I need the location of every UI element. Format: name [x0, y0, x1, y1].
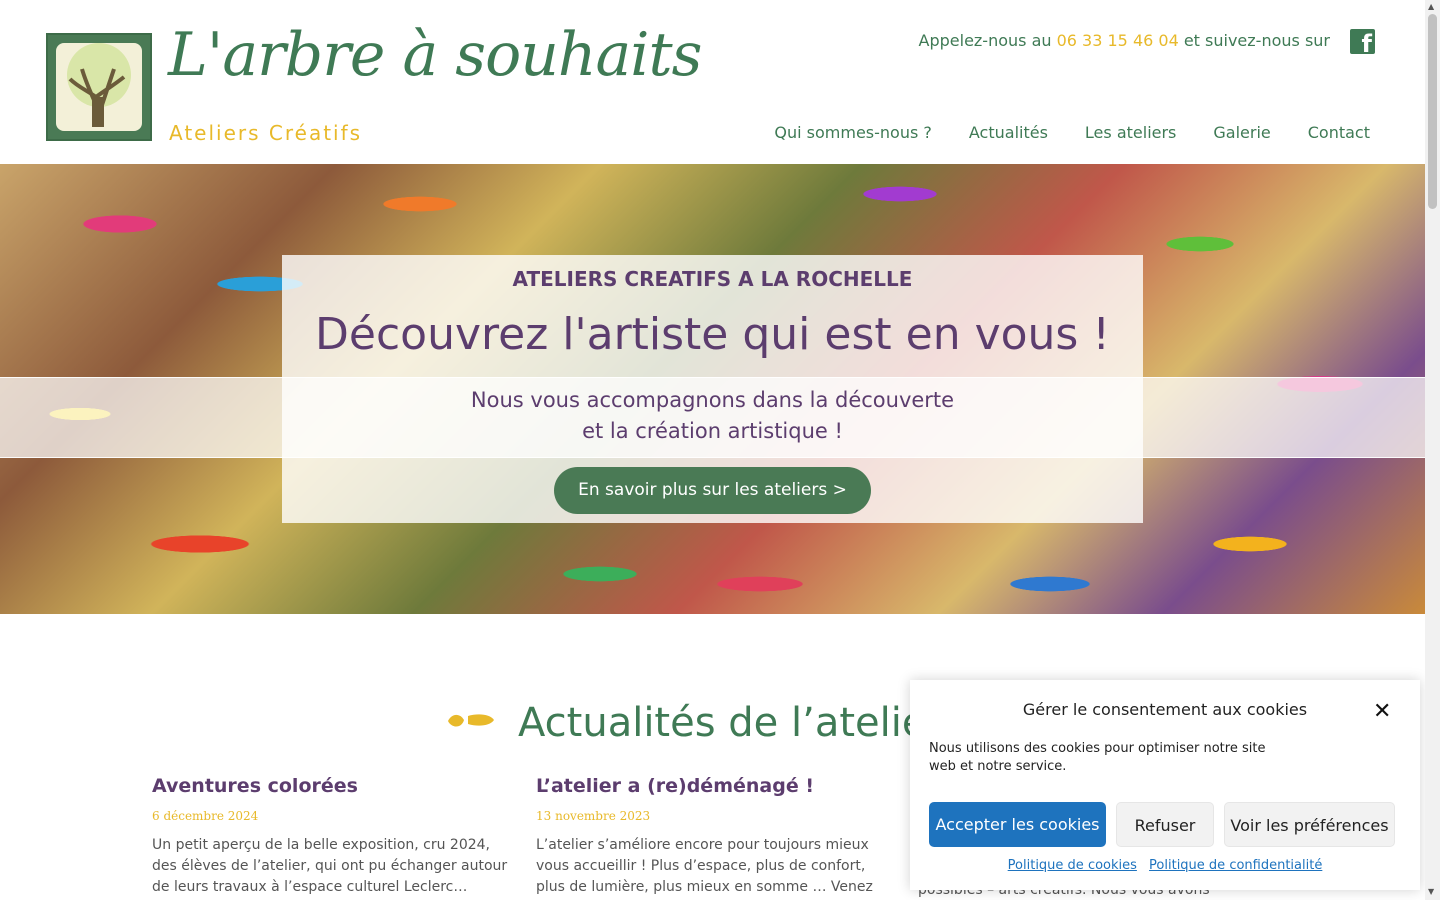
- hero-text-line1: Nous vous accompagnons dans la découvert…: [470, 388, 955, 412]
- cookie-policy-link[interactable]: Politique de cookies: [1008, 858, 1137, 873]
- cookie-consent-banner: Gérer le consentement aux cookies ✕ Nous…: [910, 680, 1420, 890]
- brand-subtitle: Ateliers Créatifs: [169, 121, 363, 145]
- hero-text: Nous vous accompagnons dans la découvert…: [282, 385, 1143, 447]
- facebook-icon[interactable]: f: [1350, 29, 1375, 56]
- tree-logo-icon[interactable]: [46, 33, 152, 141]
- scroll-down-icon[interactable]: ▼: [1428, 887, 1434, 896]
- scroll-up-icon[interactable]: ▲: [1428, 2, 1434, 11]
- nav-item-actualites[interactable]: Actualités: [969, 123, 1048, 142]
- refuse-cookies-button[interactable]: Refuser: [1116, 802, 1214, 847]
- brush-stroke-icon: [448, 714, 494, 727]
- hero-kicker: ATELIERS CREATIFS A LA ROCHELLE: [512, 267, 913, 291]
- news-title: Actualités de l’atelier: [518, 700, 943, 746]
- nav-item-galerie[interactable]: Galerie: [1213, 123, 1270, 142]
- hero-card: ATELIERS CREATIFS A LA ROCHELLE Découvre…: [282, 255, 1143, 523]
- nav-item-qui-sommes-nous[interactable]: Qui sommes-nous ?: [774, 123, 932, 142]
- hero-text-line2: et la création artistique !: [582, 419, 843, 443]
- post-date: 6 décembre 2024: [152, 809, 259, 823]
- news-post: L’atelier a (re)déménagé ! 13 novembre 2…: [536, 775, 876, 898]
- topbar-prefix: Appelez-nous au: [918, 31, 1057, 50]
- cookie-policy-links: Politique de cookies Politique de confid…: [910, 858, 1420, 873]
- post-title[interactable]: L’atelier a (re)déménagé !: [536, 775, 876, 797]
- scroll-thumb[interactable]: [1428, 14, 1437, 209]
- news-post: Aventures colorées 6 décembre 2024 Un pe…: [152, 775, 512, 898]
- post-title[interactable]: Aventures colorées: [152, 775, 512, 797]
- view-preferences-button[interactable]: Voir les préférences: [1224, 802, 1395, 847]
- contact-topbar: Appelez-nous au 06 33 15 46 04 et suivez…: [919, 31, 1330, 50]
- page-scrollbar[interactable]: ▲ ▼: [1425, 0, 1440, 900]
- phone-number[interactable]: 06 33 15 46 04: [1057, 31, 1179, 50]
- hero-banner: ATELIERS CREATIFS A LA ROCHELLE Découvre…: [0, 164, 1425, 614]
- nav-item-les-ateliers[interactable]: Les ateliers: [1085, 123, 1176, 142]
- brand-title[interactable]: L'arbre à souhaits: [168, 20, 702, 90]
- post-excerpt: L’atelier s’améliore encore pour toujour…: [536, 837, 873, 895]
- post-date: 13 novembre 2023: [536, 809, 651, 823]
- hero-title: Découvrez l'artiste qui est en vous !: [315, 309, 1110, 360]
- nav-item-contact[interactable]: Contact: [1308, 123, 1370, 142]
- close-icon[interactable]: ✕: [1373, 699, 1391, 724]
- privacy-policy-link[interactable]: Politique de confidentialité: [1149, 858, 1322, 873]
- topbar-suffix: et suivez-nous sur: [1178, 31, 1330, 50]
- site-header: L'arbre à souhaits Ateliers Créatifs App…: [0, 0, 1425, 164]
- post-excerpt: Un petit aperçu de la belle exposition, …: [152, 837, 508, 895]
- cookie-title: Gérer le consentement aux cookies: [1022, 700, 1308, 719]
- accept-cookies-button[interactable]: Accepter les cookies: [929, 802, 1106, 847]
- cookie-text: Nous utilisons des cookies pour optimise…: [929, 741, 1266, 774]
- ateliers-button[interactable]: En savoir plus sur les ateliers >: [554, 467, 871, 514]
- main-nav: Qui sommes-nous ? Actualités Les atelier…: [774, 123, 1370, 142]
